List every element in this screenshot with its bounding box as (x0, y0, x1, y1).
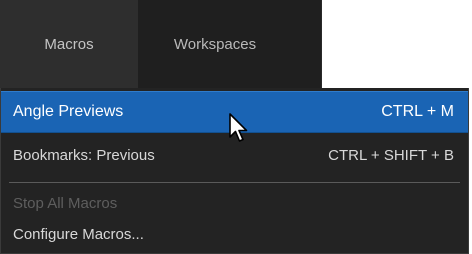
menu-item-label: Stop All Macros (13, 194, 118, 212)
menu-macros[interactable]: Macros (0, 0, 138, 88)
menu-item-label: Bookmarks: Previous (13, 146, 155, 164)
menu-item-shortcut: CTRL + M (381, 103, 454, 120)
menu-workspaces[interactable]: Workspaces (138, 0, 292, 88)
menu-item-label: Configure Macros... (13, 225, 144, 243)
mouse-pointer-icon (229, 113, 248, 142)
screenshot-frame: Macros Workspaces Angle Previews CTRL + … (0, 0, 472, 254)
menu-item-stop-all-macros: Stop All Macros (1, 188, 468, 218)
menu-item-configure-macros[interactable]: Configure Macros... (1, 218, 468, 250)
menu-item-label: Angle Previews (13, 103, 124, 120)
menu-bar: Macros Workspaces (0, 0, 322, 88)
menu-separator (9, 182, 460, 183)
menu-item-shortcut: CTRL + SHIFT + B (328, 146, 454, 164)
